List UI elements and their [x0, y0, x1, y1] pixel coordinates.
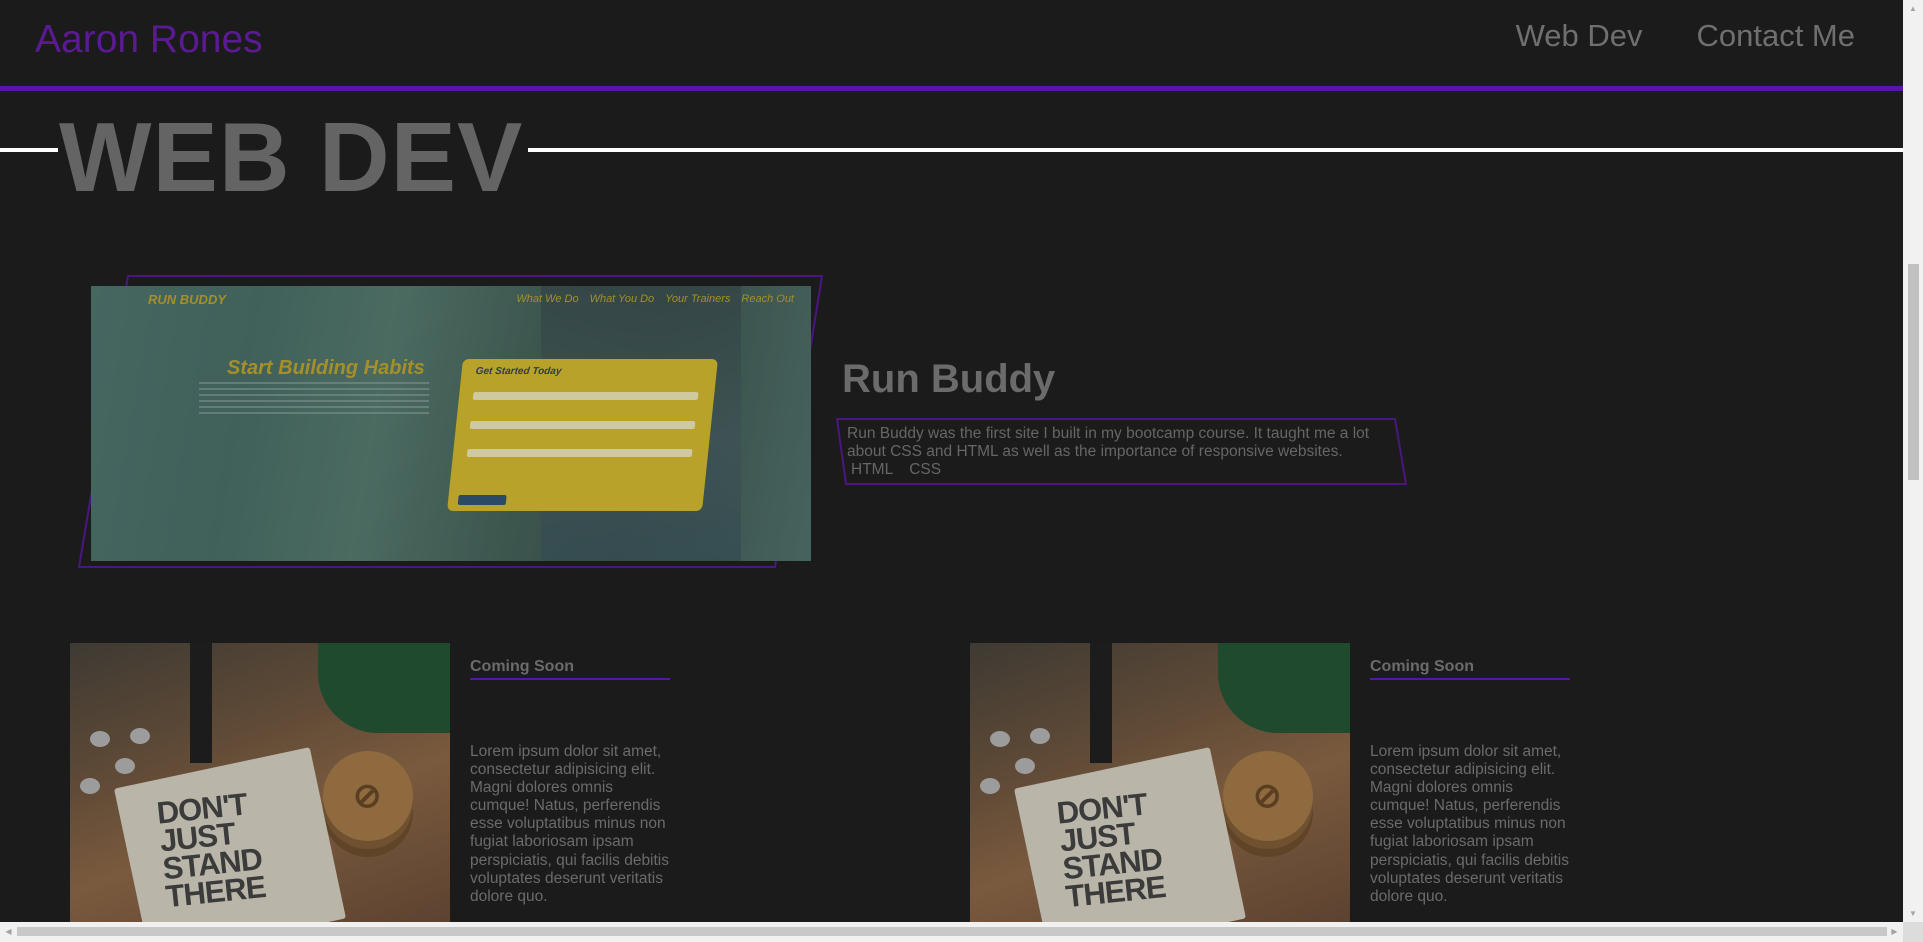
page-viewport: Aaron Rones Web Dev Contact Me WEB DEV R…: [0, 0, 1903, 922]
image-knob: [115, 758, 135, 774]
image-note-text: DON'T JUST STAND THERE: [1055, 786, 1168, 915]
scroll-down-arrow-icon[interactable]: ▼: [1903, 905, 1923, 922]
title-rule-left: [0, 148, 58, 152]
main-nav: Web Dev Contact Me: [1516, 20, 1903, 51]
brand-link[interactable]: Aaron Rones: [35, 20, 263, 59]
screenshot-form-field: [469, 421, 696, 429]
image-knob: [990, 731, 1010, 747]
screenshot-form-field: [472, 392, 699, 400]
image-coaster: ⊘: [1223, 751, 1313, 841]
project-tags: HTML CSS: [851, 461, 941, 479]
tag-html: HTML: [851, 461, 894, 478]
image-knob: [980, 778, 1000, 794]
screenshot-nav: What We Do What You Do Your Trainers Rea…: [516, 293, 794, 305]
image-pipe: [190, 643, 212, 763]
section-title: WEB DEV: [59, 102, 524, 212]
screenshot-nav-item: What We Do: [516, 293, 579, 305]
image-pipe: [1090, 643, 1112, 763]
nav-link-contact-me[interactable]: Contact Me: [1696, 20, 1855, 51]
header-divider: [0, 86, 1903, 91]
horizontal-scrollbar[interactable]: ◀ ▶: [0, 922, 1903, 942]
scroll-up-arrow-icon[interactable]: ▲: [1903, 0, 1923, 17]
screenshot-text-lines: [199, 382, 429, 418]
screenshot-form: Get Started Today: [447, 359, 718, 511]
screenshot-nav-item: What You Do: [589, 293, 655, 305]
title-rule-right: [528, 148, 1903, 152]
screenshot-nav-item: Reach Out: [741, 293, 794, 305]
project-card-image[interactable]: ⊘ DON'T JUST STAND THERE: [970, 643, 1350, 922]
horizontal-scroll-thumb[interactable]: [17, 927, 1887, 936]
card-title: Coming Soon: [470, 658, 670, 680]
nav-link-web-dev[interactable]: Web Dev: [1516, 20, 1643, 51]
run-buddy-screenshot: RUN BUDDY What We Do What You Do Your Tr…: [91, 286, 811, 561]
project-description: Run Buddy was the first site I built in …: [847, 425, 1370, 460]
screenshot-nav-item: Your Trainers: [665, 293, 731, 305]
scroll-right-arrow-icon[interactable]: ▶: [1886, 922, 1903, 942]
vertical-scroll-thumb[interactable]: [1908, 264, 1919, 480]
scrollbar-corner: [1903, 922, 1923, 942]
tag-css: CSS: [909, 461, 942, 478]
image-knob: [90, 731, 110, 747]
screenshot-form-title: Get Started Today: [475, 366, 563, 377]
image-knob: [1015, 758, 1035, 774]
screenshot-form-button: [457, 495, 507, 505]
card-body: Lorem ipsum dolor sit amet, consectetur …: [1370, 743, 1570, 905]
vertical-scrollbar[interactable]: ▲ ▼: [1903, 0, 1923, 922]
project-title: Run Buddy: [842, 357, 1056, 401]
image-knob: [1030, 728, 1050, 744]
scroll-left-arrow-icon[interactable]: ◀: [0, 922, 17, 942]
image-coaster: ⊘: [323, 751, 413, 841]
card-body: Lorem ipsum dolor sit amet, consectetur …: [470, 743, 670, 905]
screenshot-brand: RUN BUDDY: [148, 292, 226, 307]
screenshot-form-field: [466, 449, 693, 457]
image-knob: [130, 728, 150, 744]
image-knob: [80, 778, 100, 794]
screenshot-hero: Start Building Habits: [227, 357, 425, 379]
site-header: Aaron Rones Web Dev Contact Me: [0, 0, 1903, 91]
run-buddy-screenshot-link[interactable]: RUN BUDDY What We Do What You Do Your Tr…: [78, 275, 823, 569]
project-card-image[interactable]: ⊘ DON'T JUST STAND THERE: [70, 643, 450, 922]
image-note-text: DON'T JUST STAND THERE: [155, 786, 268, 915]
card-title: Coming Soon: [1370, 658, 1570, 680]
project-description-box: Run Buddy was the first site I built in …: [836, 418, 1408, 486]
